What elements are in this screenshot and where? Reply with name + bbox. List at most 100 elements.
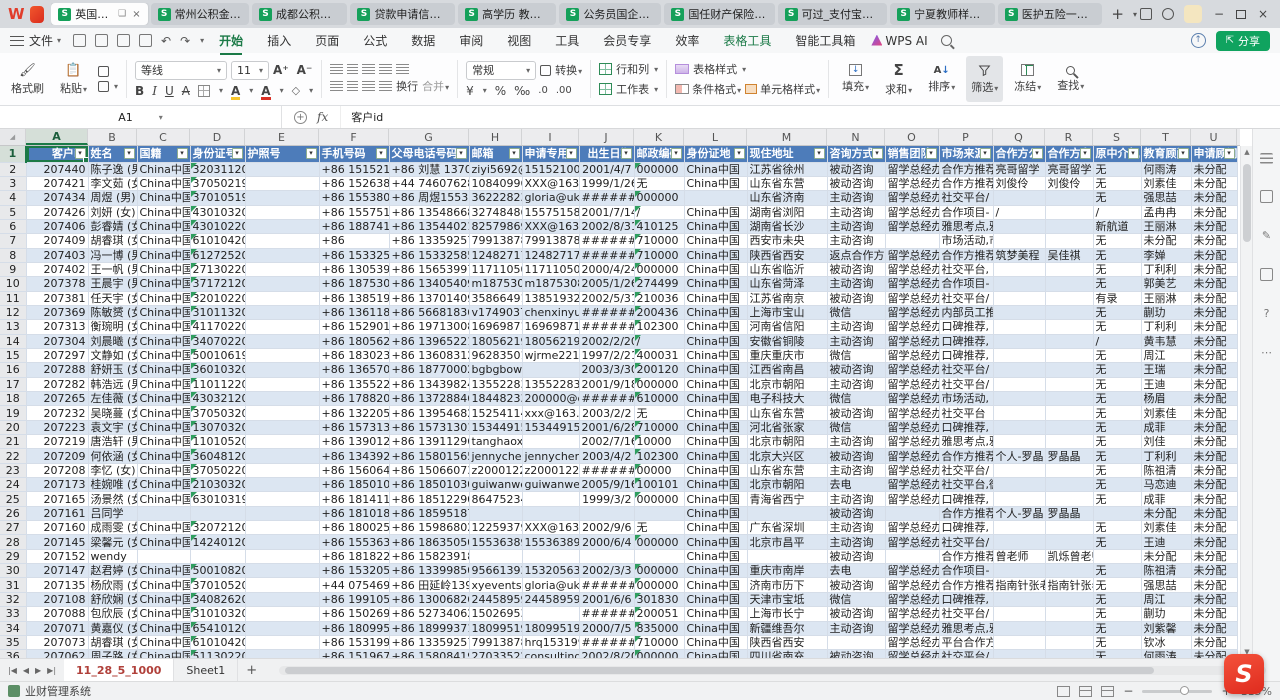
cell-P13[interactable]: 口碑推荐, bbox=[939, 320, 993, 334]
cell-O6[interactable]: 留学总经办 bbox=[885, 219, 939, 233]
cell-K17[interactable]: 000000 bbox=[634, 377, 684, 391]
cell-Q35[interactable] bbox=[993, 635, 1045, 649]
sort-button[interactable]: A↓ 排序▾ bbox=[923, 56, 960, 102]
cell-Q11[interactable] bbox=[993, 291, 1045, 305]
cell-N28[interactable]: 主动咨询 bbox=[827, 535, 885, 549]
cell-S1[interactable]: 原中介机▾ bbox=[1093, 146, 1141, 162]
row-number[interactable]: 18 bbox=[0, 392, 26, 406]
cell-D5[interactable]: 430103200107142529 bbox=[190, 205, 245, 219]
cell-I22[interactable]: jennychen bbox=[522, 449, 579, 463]
cell-S26[interactable] bbox=[1093, 506, 1141, 520]
row-number[interactable]: 27 bbox=[0, 521, 26, 535]
cell-E2[interactable] bbox=[245, 162, 319, 176]
cell-F34[interactable]: +86 18099519 bbox=[319, 621, 389, 635]
sheet-tab[interactable]: Sheet1 bbox=[174, 659, 238, 681]
cell-P16[interactable]: 社交平台/ bbox=[939, 363, 993, 377]
cell-L36[interactable]: China中国 bbox=[684, 650, 747, 658]
app-docs-icon[interactable] bbox=[30, 6, 45, 23]
cell-G19[interactable]: +86 1395468251 bbox=[389, 406, 469, 420]
cell-D14[interactable]: 340702200202202520 bbox=[190, 334, 245, 348]
column-header-B[interactable]: B bbox=[88, 129, 137, 145]
cell-H27[interactable]: 122593794 bbox=[469, 521, 522, 535]
cell-I1[interactable]: 申请专用▾ bbox=[522, 146, 579, 162]
cell-G28[interactable]: +86 1863505000 bbox=[389, 535, 469, 549]
cell-U17[interactable]: 未分配 bbox=[1191, 377, 1237, 391]
export-icon[interactable] bbox=[1260, 190, 1273, 203]
cell-F30[interactable]: +86 15320563 bbox=[319, 564, 389, 578]
menu-item[interactable]: 效率 bbox=[674, 29, 700, 52]
cell-T33[interactable]: 蒯玏 bbox=[1141, 607, 1191, 621]
cell-I18[interactable]: 200000@qq bbox=[522, 392, 579, 406]
cell-P21[interactable]: 雅思考点,雅 bbox=[939, 435, 993, 449]
cell-N16[interactable]: 被动咨询 bbox=[827, 363, 885, 377]
cell-T11[interactable]: 王丽淋 bbox=[1141, 291, 1191, 305]
cell-S15[interactable]: 无 bbox=[1093, 348, 1141, 362]
cell-H6[interactable]: 825798695 bbox=[469, 219, 522, 233]
cell-O4[interactable]: 留学总经办 bbox=[885, 191, 939, 205]
cell-S13[interactable]: 无 bbox=[1093, 320, 1141, 334]
cell-P10[interactable]: 合作项目- bbox=[939, 277, 993, 291]
cell-C2[interactable]: China中国 bbox=[137, 162, 190, 176]
cell-O28[interactable]: 留学总经办 bbox=[885, 535, 939, 549]
cell-D22[interactable]: 360481200304020026 bbox=[190, 449, 245, 463]
cell-Q22[interactable]: 个人-罗晶 bbox=[993, 449, 1045, 463]
cell-O27[interactable]: 留学总经办 bbox=[885, 521, 939, 535]
currency-button[interactable]: ¥ bbox=[466, 84, 474, 98]
cell-S4[interactable]: 无 bbox=[1093, 191, 1141, 205]
cell-K30[interactable]: 000000 bbox=[634, 564, 684, 578]
cell-Q16[interactable] bbox=[993, 363, 1045, 377]
cell-K5[interactable]: / bbox=[634, 205, 684, 219]
cell-S5[interactable]: / bbox=[1093, 205, 1141, 219]
cell-P25[interactable]: 口碑推荐, bbox=[939, 492, 993, 506]
cell-I35[interactable]: hrq153199 bbox=[522, 635, 579, 649]
cell-I2[interactable]: 151521001 bbox=[522, 162, 579, 176]
row-number[interactable]: 11 bbox=[0, 291, 26, 305]
horizontal-scrollbar[interactable] bbox=[279, 666, 1266, 675]
normal-view-icon[interactable] bbox=[1057, 686, 1070, 697]
cell-H15[interactable]: 962835011 bbox=[469, 348, 522, 362]
row-number[interactable]: 1 bbox=[0, 146, 26, 162]
cell-B19[interactable]: 吴晓蔓 (女 bbox=[88, 406, 137, 420]
cell-R1[interactable]: 合作方名▾ bbox=[1045, 146, 1093, 162]
cell-T19[interactable]: 刘素佳 bbox=[1141, 406, 1191, 420]
cell-C32[interactable]: China中国 bbox=[137, 592, 190, 606]
cut-icon[interactable] bbox=[98, 66, 109, 77]
cell-A7[interactable]: 207409 bbox=[26, 234, 88, 248]
cell-C24[interactable]: China中国 bbox=[137, 478, 190, 492]
filter-dropdown-button[interactable]: ▾ bbox=[1128, 148, 1139, 159]
cell-Q8[interactable]: 筑梦美程 bbox=[993, 248, 1045, 262]
cell-D36[interactable]: 511302200208200025 bbox=[190, 650, 245, 658]
cell-J33[interactable]: ######## bbox=[579, 607, 634, 621]
cell-R14[interactable] bbox=[1045, 334, 1093, 348]
cell-L35[interactable]: China中国 bbox=[684, 635, 747, 649]
row-number[interactable]: 5 bbox=[0, 205, 26, 219]
menu-item[interactable]: 审阅 bbox=[458, 29, 484, 52]
cell-S14[interactable]: / bbox=[1093, 334, 1141, 348]
cell-D30[interactable]: 500108200203035125 bbox=[190, 564, 245, 578]
cell-O14[interactable]: 留学总经办 bbox=[885, 334, 939, 348]
column-header-G[interactable]: G bbox=[389, 129, 469, 145]
cell-R7[interactable] bbox=[1045, 234, 1093, 248]
cell-D18[interactable]: 430321200211140121 bbox=[190, 392, 245, 406]
cell-F22[interactable]: +86 13439252 bbox=[319, 449, 389, 463]
close-tab-icon[interactable]: × bbox=[132, 9, 140, 20]
row-number[interactable]: 6 bbox=[0, 219, 26, 233]
cell-O22[interactable]: 留学总经办 bbox=[885, 449, 939, 463]
cell-B12[interactable]: 陈敏赟 (女 bbox=[88, 305, 137, 319]
share-button[interactable]: ⇱分享 bbox=[1216, 31, 1270, 51]
cell-B30[interactable]: 赵君婷 (女 bbox=[88, 564, 137, 578]
cell-R29[interactable]: 凯烁曾老师 bbox=[1045, 549, 1093, 563]
undo-icon[interactable]: ↶ bbox=[161, 34, 171, 48]
cell-H14[interactable]: 180562199 bbox=[469, 334, 522, 348]
convert-icon[interactable] bbox=[540, 65, 551, 76]
cell-T13[interactable]: 丁利利 bbox=[1141, 320, 1191, 334]
cell-B24[interactable]: 桂婉唯 (女 bbox=[88, 478, 137, 492]
cell-D6[interactable]: 430102200208315525 bbox=[190, 219, 245, 233]
cell-B6[interactable]: 彭睿婧 (女 bbox=[88, 219, 137, 233]
cell-J13[interactable]: ######## bbox=[579, 320, 634, 334]
cell-B32[interactable]: 舒欣娴 (女 bbox=[88, 592, 137, 606]
cell-E34[interactable] bbox=[245, 621, 319, 635]
cell-Q25[interactable] bbox=[993, 492, 1045, 506]
cell-J20[interactable]: 2001/6/28 bbox=[579, 420, 634, 434]
cell-K11[interactable]: 210036 bbox=[634, 291, 684, 305]
